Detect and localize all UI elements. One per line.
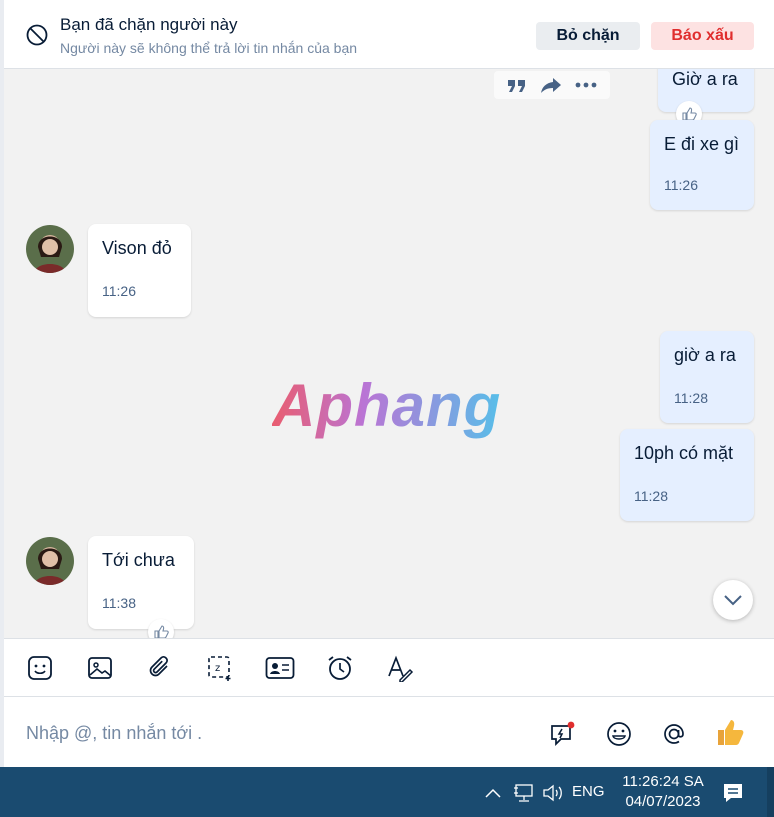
message-text: giờ a ra [674, 345, 736, 365]
block-icon [26, 24, 48, 46]
alarm-clock-icon [328, 656, 352, 680]
screenshot-icon: z [208, 656, 231, 681]
message-text: Tới chưa [102, 550, 175, 570]
message-bubble[interactable]: E đi xe gì 11:26 [650, 120, 754, 210]
notification-icon [724, 784, 742, 802]
message-time: 11:38 [102, 595, 136, 611]
report-button[interactable]: Báo xấu [651, 22, 754, 50]
chevron-down-icon [724, 595, 742, 606]
image-icon [88, 657, 112, 679]
message-bubble[interactable]: Giờ a ra [658, 69, 754, 112]
contact-card-icon [265, 657, 295, 679]
sticker-icon [28, 656, 52, 680]
notification-center-button[interactable] [720, 781, 746, 805]
attach-file-button[interactable] [145, 653, 175, 683]
clock-date: 04/07/2023 [625, 793, 701, 810]
network-button[interactable] [512, 782, 536, 804]
taskbar: ENG 11:26:24 SA 04/07/2023 [0, 767, 774, 817]
message-bubble[interactable]: Tới chưa 11:38 [88, 536, 194, 629]
show-hidden-icons-button[interactable] [482, 783, 504, 803]
network-icon [514, 784, 533, 802]
show-desktop-button[interactable] [767, 767, 774, 817]
message-bubble[interactable]: giờ a ra 11:28 [660, 331, 754, 423]
mention-button[interactable] [659, 719, 689, 749]
avatar[interactable] [26, 225, 74, 273]
volume-button[interactable] [541, 782, 565, 804]
blocked-banner: Bạn đã chặn người này Người này sẽ không… [4, 0, 774, 69]
scroll-to-bottom-button[interactable] [713, 580, 753, 620]
quote-icon[interactable] [506, 76, 528, 94]
composer-toolbar: z [4, 638, 774, 697]
avatar[interactable] [26, 537, 74, 585]
message-time: 11:28 [634, 488, 668, 504]
input-language[interactable]: ENG [572, 783, 605, 800]
forward-icon[interactable] [540, 76, 562, 94]
system-clock[interactable]: 11:26:24 SA 04/07/2023 [618, 772, 708, 812]
paperclip-icon [149, 656, 168, 677]
sticker-button[interactable] [25, 653, 55, 683]
emoji-button[interactable] [604, 719, 634, 749]
image-button[interactable] [85, 653, 115, 683]
message-time: 11:26 [664, 177, 698, 193]
emoji-icon [607, 722, 631, 746]
message-bubble[interactable]: Vison đỏ 11:26 [88, 224, 191, 317]
composer [4, 697, 774, 767]
send-like-button[interactable] [713, 715, 747, 749]
message-time: 11:28 [674, 390, 708, 406]
message-bubble[interactable]: 10ph có mặt 11:28 [620, 429, 754, 521]
thumbs-up-icon [718, 720, 744, 745]
message-text: Giờ a ra [672, 69, 738, 89]
message-text: 10ph có mặt [634, 443, 734, 463]
screenshot-button[interactable]: z [205, 653, 235, 683]
text-format-icon [388, 655, 414, 682]
message-input[interactable] [24, 717, 528, 749]
blocked-title: Bạn đã chặn người này [60, 15, 238, 34]
message-actions [494, 71, 610, 99]
speaker-icon [543, 784, 562, 802]
at-sign-icon [664, 724, 684, 744]
svg-text:z: z [215, 663, 220, 674]
more-icon[interactable] [574, 76, 598, 94]
quick-message-icon [551, 721, 575, 747]
message-time: 11:26 [102, 283, 136, 299]
chevron-up-icon [485, 788, 501, 798]
reminder-button[interactable] [325, 653, 355, 683]
message-text: E đi xe gì [664, 134, 740, 154]
blocked-subtitle: Người này sẽ không thể trả lời tin nhắn … [60, 40, 358, 56]
text-format-button[interactable] [385, 653, 415, 683]
contact-card-button[interactable] [265, 653, 295, 683]
message-list[interactable]: Giờ a ra E đi xe gì 11:26 Vison đỏ 11:26… [4, 69, 774, 638]
message-text: Vison đỏ [102, 238, 172, 258]
quick-message-button[interactable] [548, 719, 578, 749]
unblock-button[interactable]: Bỏ chặn [536, 22, 640, 50]
clock-time: 11:26:24 SA [622, 773, 704, 790]
watermark-logo: Aphang [272, 372, 502, 439]
like-reaction-icon[interactable] [148, 619, 174, 638]
